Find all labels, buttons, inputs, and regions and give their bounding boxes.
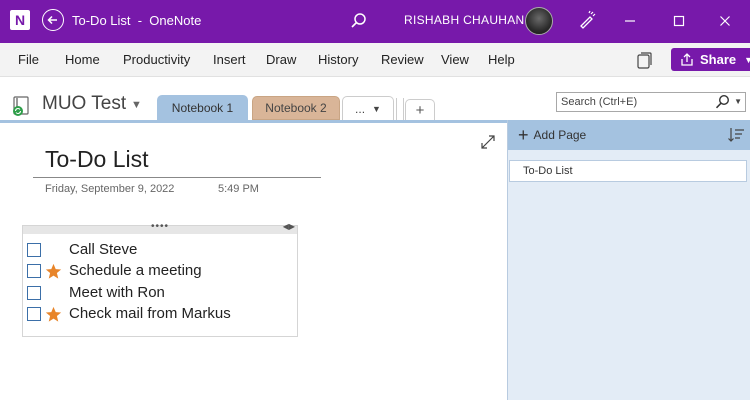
- note-drag-handle[interactable]: •••• ◀▶: [23, 221, 297, 234]
- app-icon-letter: N: [14, 12, 26, 28]
- search-placeholder: Search (Ctrl+E): [561, 96, 638, 108]
- menu-help[interactable]: Help: [488, 52, 515, 67]
- plus-icon: +: [518, 125, 529, 145]
- back-arrow-icon: [47, 15, 57, 25]
- page-list-item[interactable]: To-Do List: [509, 160, 747, 182]
- todo-item: Meet with Ron: [27, 283, 165, 303]
- todo-item: Call Steve: [27, 240, 137, 260]
- todo-text[interactable]: Call Steve: [69, 241, 137, 258]
- tab-label: Notebook 2: [265, 101, 327, 115]
- drag-dots-icon: ••••: [151, 221, 170, 232]
- page-view-button[interactable]: [634, 51, 654, 71]
- onenote-icon: N: [10, 10, 30, 30]
- search-icon: [351, 13, 366, 28]
- maximize-icon: [673, 15, 685, 27]
- avatar[interactable]: [525, 7, 553, 35]
- notebook-chevron-down-icon[interactable]: ▼: [131, 99, 142, 111]
- page-view-icon: [637, 52, 652, 69]
- pen-button[interactable]: [576, 9, 598, 31]
- note-container[interactable]: •••• ◀▶ Call Steve Schedule a meeting Me…: [22, 221, 298, 337]
- notebook-sync-icon[interactable]: [10, 95, 32, 117]
- minimize-icon: [625, 20, 635, 22]
- tab-more-sections[interactable]: ... ▼: [342, 96, 394, 120]
- pages-pane: + Add Page To-Do List: [507, 120, 750, 400]
- pages-pane-header: + Add Page: [508, 120, 750, 150]
- todo-text[interactable]: Schedule a meeting: [69, 262, 202, 279]
- menu-review[interactable]: Review: [381, 52, 424, 67]
- tab-label: Notebook 1: [171, 100, 234, 115]
- expand-icon[interactable]: [480, 134, 496, 150]
- todo-text[interactable]: Check mail from Markus: [69, 305, 231, 322]
- chevron-down-icon[interactable]: ▼: [744, 55, 750, 65]
- menu-draw[interactable]: Draw: [266, 52, 296, 67]
- tab-notebook-2[interactable]: Notebook 2: [252, 96, 340, 120]
- resize-icon[interactable]: ◀▶: [283, 222, 295, 231]
- star-slot: [42, 283, 64, 303]
- sort-button[interactable]: [727, 126, 745, 144]
- more-label: ...: [355, 101, 366, 116]
- todo-item: Check mail from Markus: [27, 304, 231, 324]
- todo-checkbox[interactable]: [27, 307, 41, 321]
- star-slot: [42, 240, 64, 260]
- window-title: To-Do List - OneNote: [72, 13, 202, 28]
- close-button[interactable]: [712, 9, 738, 33]
- star-icon[interactable]: [42, 304, 64, 324]
- menu-file[interactable]: File: [18, 52, 39, 67]
- title-bar: N To-Do List - OneNote RISHABH CHAUHAN: [0, 0, 750, 43]
- tab-separator: [396, 98, 404, 120]
- todo-item: Schedule a meeting: [27, 261, 202, 281]
- search-button[interactable]: [348, 10, 370, 32]
- share-button[interactable]: Share ▼: [671, 48, 750, 71]
- back-button[interactable]: [42, 9, 64, 31]
- add-page-button[interactable]: + Add Page: [518, 126, 586, 144]
- search-input[interactable]: Search (Ctrl+E) ▼: [556, 92, 746, 112]
- search-icon[interactable]: [715, 94, 731, 113]
- close-icon: [720, 16, 730, 26]
- todo-text[interactable]: Meet with Ron: [69, 284, 165, 301]
- page-list-item-label: To-Do List: [523, 165, 573, 177]
- star-icon[interactable]: [42, 261, 64, 281]
- share-label: Share: [700, 52, 737, 67]
- minimize-button[interactable]: [617, 9, 643, 33]
- menu-view[interactable]: View: [441, 52, 469, 67]
- page-time: 5:49 PM: [218, 183, 259, 195]
- sort-icon: [728, 128, 744, 142]
- todo-checkbox[interactable]: [27, 243, 41, 257]
- add-page-label: Add Page: [533, 128, 587, 142]
- maximize-button[interactable]: [666, 9, 692, 33]
- menu-home[interactable]: Home: [65, 52, 100, 67]
- menu-history[interactable]: History: [318, 52, 358, 67]
- menu-productivity[interactable]: Productivity: [123, 52, 190, 67]
- page-title[interactable]: To-Do List: [45, 146, 149, 173]
- share-icon: [681, 53, 694, 66]
- todo-checkbox[interactable]: [27, 264, 41, 278]
- menu-insert[interactable]: Insert: [213, 52, 246, 67]
- pen-icon: [580, 10, 596, 29]
- todo-checkbox[interactable]: [27, 286, 41, 300]
- user-name[interactable]: RISHABH CHAUHAN: [404, 13, 525, 27]
- title-underline: [33, 177, 321, 178]
- chevron-down-icon[interactable]: ▼: [734, 97, 742, 106]
- add-section-button[interactable]: +: [405, 99, 435, 120]
- chevron-down-icon: ▼: [372, 103, 381, 114]
- plus-icon: +: [415, 101, 425, 119]
- notebook-name[interactable]: MUO Test: [42, 93, 126, 115]
- tab-notebook-1[interactable]: Notebook 1: [157, 95, 248, 120]
- page-date: Friday, September 9, 2022: [45, 183, 175, 195]
